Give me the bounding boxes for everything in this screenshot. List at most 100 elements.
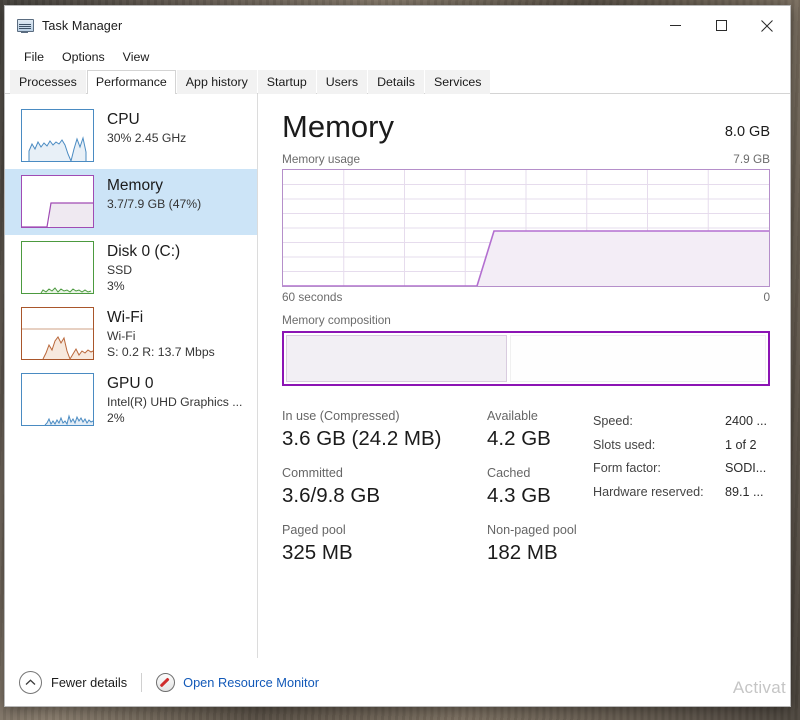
- sidebar-item-sub: 30% 2.45 GHz: [107, 131, 187, 145]
- sidebar-item-sub: Wi-Fi: [107, 329, 136, 343]
- stat-available: Available 4.2 GB: [487, 408, 551, 453]
- cpu-mini-graph-icon: [21, 109, 94, 162]
- open-resource-monitor-link[interactable]: Open Resource Monitor: [156, 672, 319, 692]
- tab-startup[interactable]: Startup: [257, 70, 316, 94]
- resource-monitor-icon: [156, 672, 176, 692]
- menu-item-view[interactable]: View: [114, 48, 159, 66]
- sidebar-item-gpu-0[interactable]: GPU 0 Intel(R) UHD Graphics ... 2%: [5, 367, 257, 433]
- spec-label: Slots used:: [593, 437, 656, 452]
- graph-axis-left-label: 60 seconds: [282, 290, 343, 304]
- sidebar-item-label: Wi-Fi: [107, 309, 144, 326]
- window-title: Task Manager: [42, 18, 123, 33]
- spec-label: Form factor:: [593, 461, 661, 475]
- menu-item-file[interactable]: File: [15, 48, 53, 66]
- stat-in-use: In use (Compressed) 3.6 GB (24.2 MB): [282, 408, 487, 453]
- window-controls: [652, 6, 790, 45]
- sidebar-item-sub: 3.7/7.9 GB (47%): [107, 197, 202, 211]
- minimize-button[interactable]: [652, 6, 698, 45]
- spec-value: SODI...: [725, 461, 767, 475]
- tab-performance[interactable]: Performance: [86, 70, 176, 94]
- content-area: CPU 30% 2.45 GHz Memory 3.7/7.9 GB (47%): [5, 94, 790, 658]
- stat-non-paged-pool: Non-paged pool 182 MB: [487, 522, 577, 567]
- memory-composition-bar[interactable]: [282, 331, 770, 386]
- memory-usage-plot: [283, 170, 769, 286]
- spec-speed: Speed: 2400 ...: [593, 410, 770, 434]
- stat-label: Non-paged pool: [487, 523, 577, 537]
- composition-in-use-segment[interactable]: [286, 335, 507, 382]
- spec-label: Speed:: [593, 414, 633, 428]
- sidebar-item-sub: Intel(R) UHD Graphics ...: [107, 395, 243, 409]
- footer-bar: Fewer details Open Resource Monitor: [5, 658, 790, 706]
- memory-composition-caption: Memory composition: [282, 313, 391, 327]
- spec-form-factor: Form factor: SODI...: [593, 457, 770, 481]
- stat-value: 4.2 GB: [487, 427, 551, 450]
- panel-header: Memory 8.0 GB: [282, 108, 770, 146]
- graph-axis-labels: 60 seconds 0: [282, 290, 770, 304]
- close-button[interactable]: [744, 6, 790, 45]
- fewer-details-button[interactable]: Fewer details: [19, 670, 128, 694]
- title-bar: Task Manager: [5, 6, 790, 45]
- sidebar-item-label: CPU: [107, 111, 140, 128]
- memory-usage-area: [283, 231, 769, 286]
- tab-app-history[interactable]: App history: [176, 70, 257, 94]
- stat-value: 4.3 GB: [487, 484, 551, 507]
- composition-available-segment[interactable]: [509, 335, 766, 382]
- fewer-details-label: Fewer details: [51, 674, 128, 690]
- memory-detail-panel: Memory 8.0 GB Memory usage 7.9 GB 60 sec…: [258, 94, 790, 658]
- sidebar-item-sub2: 3%: [107, 279, 125, 293]
- stat-committed: Committed 3.6/9.8 GB: [282, 465, 487, 510]
- memory-specs: Speed: 2400 ... Slots used: 1 of 2 Form …: [582, 408, 770, 579]
- tab-details[interactable]: Details: [368, 70, 424, 94]
- total-memory-value: 8.0 GB: [724, 124, 770, 140]
- spec-hardware-reserved: Hardware reserved: 89.1 ...: [593, 481, 770, 505]
- stat-label: Committed: [282, 466, 343, 480]
- stat-paged-pool: Paged pool 325 MB: [282, 522, 487, 567]
- graph-caption-label: Memory usage: [282, 152, 361, 166]
- sidebar-item-cpu[interactable]: CPU 30% 2.45 GHz: [5, 103, 257, 169]
- graph-max-label: 7.9 GB: [733, 152, 770, 166]
- menu-bar: File Options View: [5, 45, 790, 68]
- spec-value: 1 of 2: [725, 437, 757, 452]
- tab-services[interactable]: Services: [424, 70, 491, 94]
- sidebar-item-sub2: S: 0.2 R: 13.7 Mbps: [107, 345, 215, 359]
- stat-label: Paged pool: [282, 523, 346, 537]
- stat-value: 3.6/9.8 GB: [282, 484, 381, 507]
- wifi-mini-graph-icon: [21, 307, 94, 360]
- maximize-button[interactable]: [698, 6, 744, 45]
- sidebar-item-memory[interactable]: Memory 3.7/7.9 GB (47%): [5, 169, 257, 235]
- memory-mini-graph-icon: [21, 175, 94, 228]
- tab-users[interactable]: Users: [316, 70, 368, 94]
- spec-value: 2400 ...: [725, 414, 768, 428]
- stat-value: 325 MB: [282, 541, 353, 564]
- spec-value: 89.1 ...: [725, 484, 764, 499]
- task-manager-window: Task Manager File Options View Processes…: [4, 5, 791, 707]
- spec-slots-used: Slots used: 1 of 2: [593, 434, 770, 458]
- stat-row: In use (Compressed) 3.6 GB (24.2 MB) Ava…: [282, 408, 582, 453]
- footer-divider: [141, 672, 143, 692]
- stat-label: Available: [487, 409, 538, 423]
- graph-axis-right-label: 0: [763, 290, 770, 304]
- sidebar-item-disk-0[interactable]: Disk 0 (C:) SSD 3%: [5, 235, 257, 301]
- memory-stats: In use (Compressed) 3.6 GB (24.2 MB) Ava…: [282, 408, 770, 579]
- memory-usage-caption: Memory usage 7.9 GB: [282, 152, 770, 166]
- stat-value: 3.6 GB (24.2 MB): [282, 427, 442, 450]
- stat-cached: Cached 4.3 GB: [487, 465, 551, 510]
- resource-sidebar: CPU 30% 2.45 GHz Memory 3.7/7.9 GB (47%): [5, 94, 258, 658]
- sidebar-item-label: GPU 0: [107, 375, 154, 392]
- stat-row: Paged pool 325 MB Non-paged pool 182 MB: [282, 522, 582, 567]
- stat-row: Committed 3.6/9.8 GB Cached 4.3 GB: [282, 465, 582, 510]
- sidebar-item-wifi[interactable]: Wi-Fi Wi-Fi S: 0.2 R: 13.7 Mbps: [5, 301, 257, 367]
- open-resource-monitor-label: Open Resource Monitor: [183, 674, 319, 690]
- sidebar-item-sub2: 2%: [107, 411, 125, 425]
- gpu-mini-graph-icon: [21, 373, 94, 426]
- tab-strip: Processes Performance App history Startu…: [5, 68, 790, 94]
- stat-label: In use (Compressed): [282, 409, 400, 423]
- stats-columns: In use (Compressed) 3.6 GB (24.2 MB) Ava…: [282, 408, 582, 579]
- sidebar-item-label: Disk 0 (C:): [107, 243, 181, 260]
- tab-processes[interactable]: Processes: [10, 70, 86, 94]
- stat-value: 182 MB: [487, 541, 558, 564]
- sidebar-item-sub: SSD: [107, 263, 133, 277]
- task-manager-icon: [17, 18, 34, 34]
- memory-usage-graph: [282, 169, 770, 287]
- menu-item-options[interactable]: Options: [53, 48, 114, 66]
